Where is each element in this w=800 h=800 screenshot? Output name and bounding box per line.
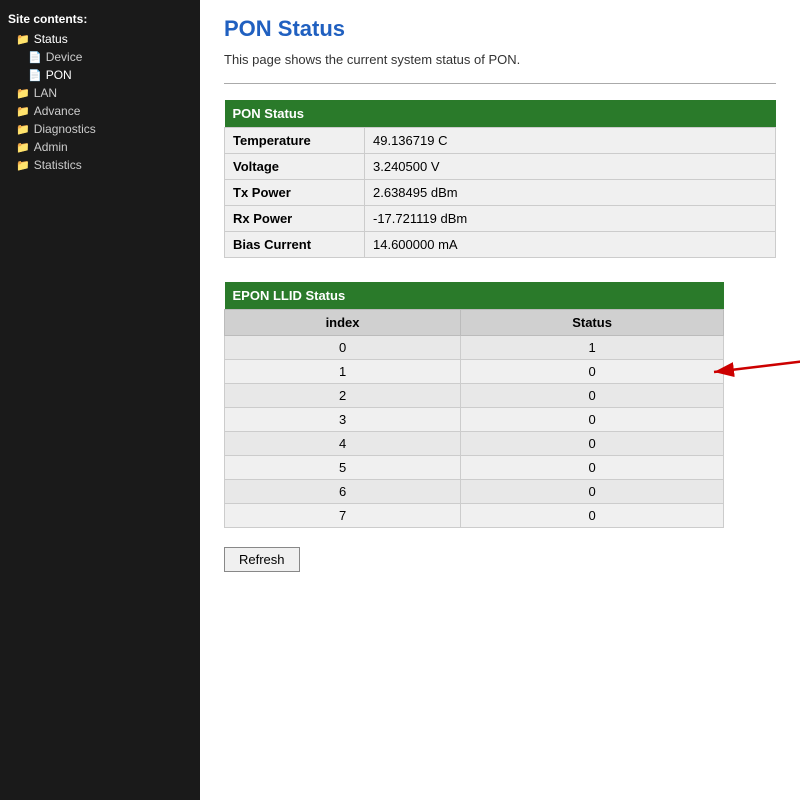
index-cell: 7 (225, 504, 461, 528)
folder-icon: 📁 (16, 141, 30, 154)
epon-table-header: EPON LLID Status (225, 282, 724, 310)
table-row: 6 0 (225, 480, 724, 504)
table-row: 2 0 (225, 384, 724, 408)
page-icon: 📄 (28, 51, 42, 64)
status-cell: 0 (461, 504, 724, 528)
sidebar-item-label: Statistics (34, 158, 82, 172)
status-cell: 0 (461, 456, 724, 480)
epon-llid-table: EPON LLID Status index Status 0 1 1 0 2 … (224, 282, 724, 528)
folder-icon: 📁 (16, 105, 30, 118)
sidebar: Site contents: 📁 Status 📄 Device 📄 PON 📁… (0, 0, 200, 800)
epon-table-wrapper: EPON LLID Status index Status 0 1 1 0 2 … (224, 282, 724, 544)
row-value: -17.721119 dBm (365, 206, 776, 232)
page-title: PON Status (224, 16, 776, 42)
col-status-header: Status (461, 310, 724, 336)
sidebar-item-pon[interactable]: 📄 PON (0, 66, 200, 84)
status-cell: 1 (461, 336, 724, 360)
row-value: 14.600000 mA (365, 232, 776, 258)
sidebar-item-label: Admin (34, 140, 68, 154)
folder-icon: 📁 (16, 159, 30, 172)
sidebar-item-admin[interactable]: 📁 Admin (0, 138, 200, 156)
folder-icon: 📁 (16, 33, 30, 46)
index-cell: 4 (225, 432, 461, 456)
row-label: Tx Power (225, 180, 365, 206)
table-row: Tx Power 2.638495 dBm (225, 180, 776, 206)
sidebar-item-status[interactable]: 📁 Status (0, 30, 200, 48)
row-label: Voltage (225, 154, 365, 180)
sidebar-item-statistics[interactable]: 📁 Statistics (0, 156, 200, 174)
status-cell: 0 (461, 480, 724, 504)
divider (224, 83, 776, 84)
index-cell: 3 (225, 408, 461, 432)
sidebar-item-lan[interactable]: 📁 LAN (0, 84, 200, 102)
column-header-row: index Status (225, 310, 724, 336)
sidebar-item-label: Diagnostics (34, 122, 96, 136)
table-row: 3 0 (225, 408, 724, 432)
row-label: Rx Power (225, 206, 365, 232)
sidebar-item-label: Device (46, 50, 83, 64)
table-row: 0 1 (225, 336, 724, 360)
status-cell: 0 (461, 384, 724, 408)
index-cell: 6 (225, 480, 461, 504)
table-row: Rx Power -17.721119 dBm (225, 206, 776, 232)
index-cell: 0 (225, 336, 461, 360)
sidebar-header: Site contents: (0, 8, 200, 30)
pon-table-header: PON Status (225, 100, 776, 128)
col-index-header: index (225, 310, 461, 336)
sidebar-item-label: Advance (34, 104, 81, 118)
pon-status-table: PON Status Temperature 49.136719 C Volta… (224, 100, 776, 258)
row-value: 3.240500 V (365, 154, 776, 180)
table-row: Bias Current 14.600000 mA (225, 232, 776, 258)
sidebar-item-advance[interactable]: 📁 Advance (0, 102, 200, 120)
sidebar-item-label: PON (46, 68, 72, 82)
row-value: 2.638495 dBm (365, 180, 776, 206)
row-label: Temperature (225, 128, 365, 154)
sidebar-item-diagnostics[interactable]: 📁 Diagnostics (0, 120, 200, 138)
main-content: PON Status This page shows the current s… (200, 0, 800, 800)
table-row: 7 0 (225, 504, 724, 528)
page-icon: 📄 (28, 69, 42, 82)
page-description: This page shows the current system statu… (224, 52, 776, 67)
table-row: Temperature 49.136719 C (225, 128, 776, 154)
index-cell: 2 (225, 384, 461, 408)
status-cell: 0 (461, 432, 724, 456)
index-cell: 1 (225, 360, 461, 384)
folder-icon: 📁 (16, 87, 30, 100)
table-row: 5 0 (225, 456, 724, 480)
refresh-button[interactable]: Refresh (224, 547, 300, 572)
row-value: 49.136719 C (365, 128, 776, 154)
sidebar-item-label: LAN (34, 86, 57, 100)
row-label: Bias Current (225, 232, 365, 258)
folder-icon: 📁 (16, 123, 30, 136)
index-cell: 5 (225, 456, 461, 480)
table-row: 1 0 (225, 360, 724, 384)
status-cell: 0 (461, 360, 724, 384)
sidebar-item-device[interactable]: 📄 Device (0, 48, 200, 66)
status-cell: 0 (461, 408, 724, 432)
table-row: Voltage 3.240500 V (225, 154, 776, 180)
sidebar-item-label: Status (34, 32, 68, 46)
table-row: 4 0 (225, 432, 724, 456)
